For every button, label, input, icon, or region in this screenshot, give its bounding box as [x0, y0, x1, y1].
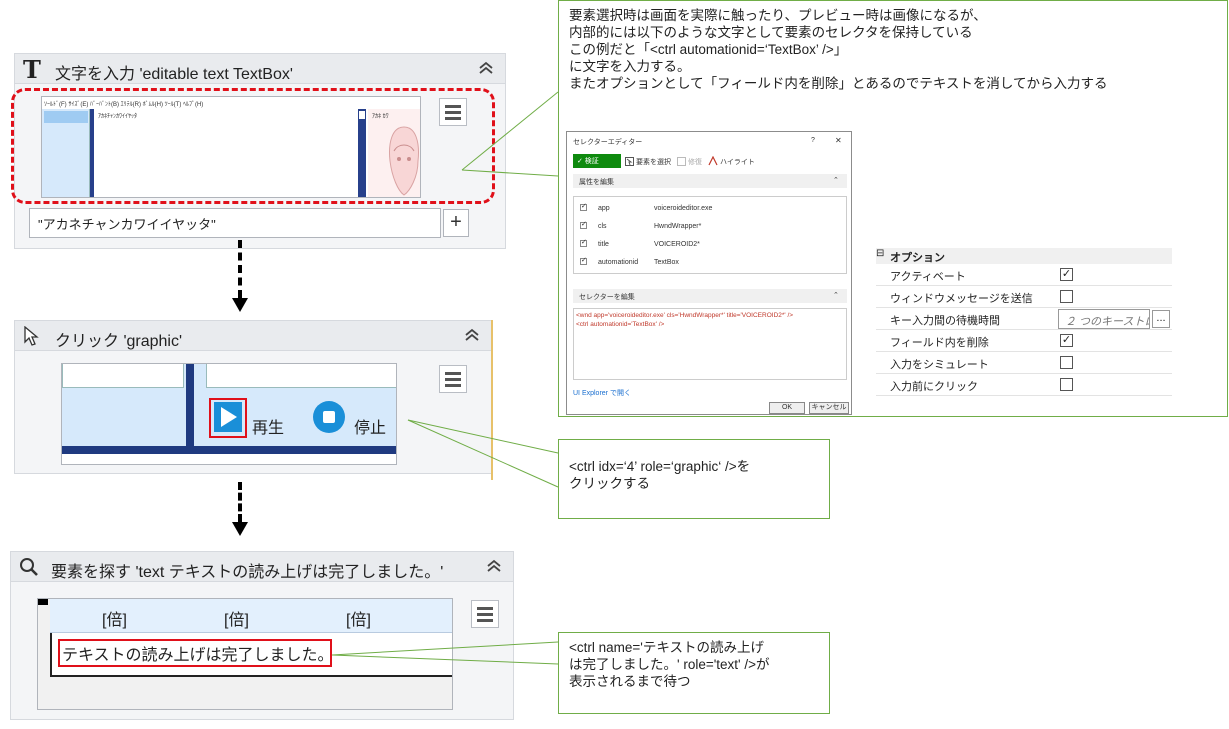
options-collapse-icon[interactable]: ⊟ — [876, 248, 884, 259]
attribute-row[interactable] — [580, 256, 587, 265]
option-send-window-message[interactable]: ウィンドウメッセージを送信 — [876, 286, 1172, 308]
ui-explorer-link[interactable]: UI Explorer で開く — [573, 388, 631, 398]
validate-button[interactable]: ✓ 検証 — [573, 154, 621, 168]
selector-line-2: <ctrl automationid='TextBox' /> — [576, 321, 665, 328]
option-delay-between-keys[interactable]: キー入力間の待機時間 ２ つのキーストロ- ... — [876, 308, 1172, 330]
selector-header: セレクターを編集 — [579, 294, 635, 301]
ok-button[interactable]: OK — [769, 402, 805, 414]
option-checkbox[interactable]: ✓ — [1060, 268, 1073, 281]
help-button[interactable]: ? — [811, 137, 815, 144]
highlight-icon — [708, 156, 718, 166]
selector-editor-dialog[interactable]: セレクターエディター ? ✕ ✓ 検証 要素を選択 修復 ハイライト 属性を編集… — [566, 131, 852, 415]
attribute-row[interactable] — [580, 202, 587, 211]
selector-text-area[interactable]: <wnd app='voiceroideditor.exe' cls='Hwnd… — [573, 308, 847, 380]
dialog-title: セレクターエディター — [573, 139, 643, 146]
callout-click-explanation: <ctrl idx=‘4’ role=‘graphic‘ />を クリックする — [558, 439, 830, 519]
attribute-checkbox[interactable] — [580, 256, 587, 265]
select-element-icon — [625, 157, 634, 166]
delay-input[interactable]: ２ つのキーストロ- — [1058, 309, 1150, 329]
expression-editor-button[interactable]: ... — [1152, 310, 1170, 328]
repair-button[interactable]: 修復 — [688, 157, 702, 167]
attributes-list: app voiceroideditor.exe cls HwndWrapper*… — [573, 196, 847, 274]
collapse-attributes-icon[interactable]: ⌃ — [833, 176, 839, 184]
option-click-before-typing[interactable]: 入力前にクリック — [876, 374, 1172, 396]
highlight-button[interactable]: ハイライト — [720, 157, 755, 167]
repair-icon — [677, 157, 686, 166]
attribute-row[interactable] — [580, 220, 587, 229]
attribute-checkbox[interactable] — [580, 238, 587, 247]
options-panel: ⊟ オプション アクティベート ✓ ウィンドウメッセージを送信 キー入力間の待機… — [876, 244, 1172, 402]
options-header: オプション — [890, 252, 945, 264]
option-checkbox[interactable]: ✓ — [1060, 334, 1073, 347]
cancel-button[interactable]: キャンセル — [809, 402, 849, 414]
attribute-row[interactable] — [580, 238, 587, 247]
attribute-checkbox[interactable] — [580, 220, 587, 229]
callout-find-explanation: <ctrl name='テキストの読み上げ は完了しました。' role='te… — [558, 632, 830, 714]
option-checkbox[interactable] — [1060, 290, 1073, 303]
attribute-checkbox[interactable] — [580, 202, 587, 211]
option-checkbox[interactable] — [1060, 378, 1073, 391]
selector-line-1: <wnd app='voiceroideditor.exe' cls='Hwnd… — [576, 312, 794, 319]
close-button[interactable]: ✕ — [835, 136, 842, 145]
option-empty-field[interactable]: フィールド内を削除 ✓ — [876, 330, 1172, 352]
attributes-header: 属性を編集 — [579, 179, 614, 186]
collapse-selector-icon[interactable]: ⌃ — [833, 291, 839, 299]
option-checkbox[interactable] — [1060, 356, 1073, 369]
option-simulate-type[interactable]: 入力をシミュレート — [876, 352, 1172, 374]
option-activate[interactable]: アクティベート ✓ — [876, 264, 1172, 286]
select-element-button[interactable]: 要素を選択 — [636, 157, 671, 167]
